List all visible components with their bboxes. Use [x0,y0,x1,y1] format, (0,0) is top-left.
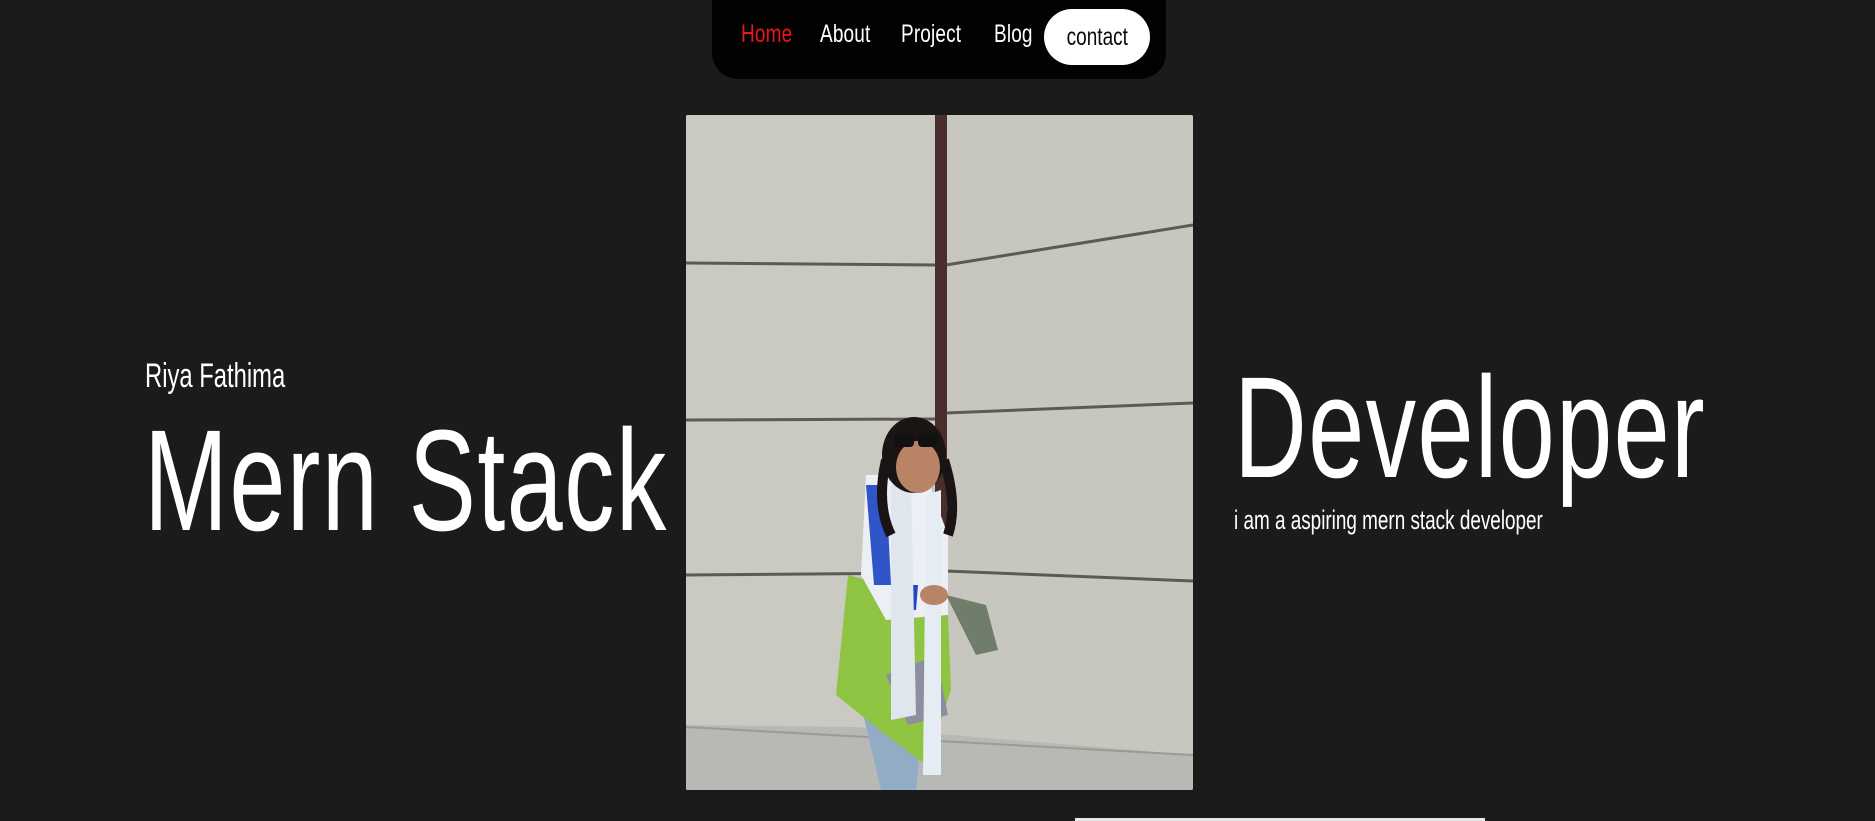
hero-title-right: Developer [1234,347,1707,508]
nav-link-project[interactable]: Project [901,20,961,49]
nav-link-blog[interactable]: Blog [994,20,1033,49]
nav-link-about[interactable]: About [820,20,870,49]
profile-photo-illustration [686,115,1193,790]
hero-name: Riya Fathima [145,357,286,395]
contact-button[interactable]: contact [1044,9,1150,65]
page: Home About Project Blog contact Riya Fat… [0,0,1875,821]
nav-link-home[interactable]: Home [741,20,792,49]
hero-tagline: i am a aspiring mern stack developer [1234,505,1543,535]
profile-photo [686,115,1193,790]
contact-button-label: contact [1066,22,1128,51]
navbar: Home About Project Blog contact [712,0,1166,79]
